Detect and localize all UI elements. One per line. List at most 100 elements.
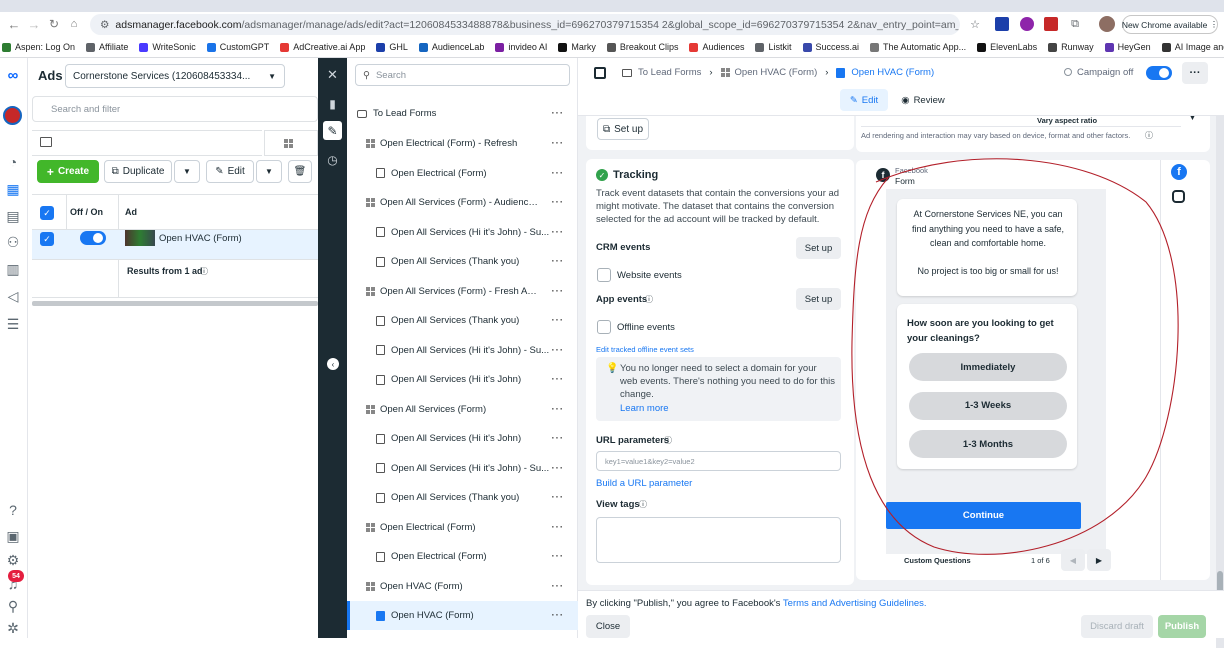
new-chrome-button[interactable]: New Chrome available ⋮ [1122, 15, 1218, 34]
tree-adset-item[interactable]: Open All Services (Form) - Audience R...… [347, 188, 578, 217]
more-options-icon[interactable]: ··· [552, 404, 565, 415]
caret-down-icon[interactable]: ▼ [1189, 115, 1196, 122]
editor-scrollbar[interactable] [1216, 116, 1224, 648]
tree-ad-item[interactable]: Open All Services (Hi it's John) - Su...… [347, 218, 578, 247]
ad-name[interactable]: Open HVAC (Form) [159, 233, 242, 244]
tree-ad-item[interactable]: Open All Services (Hi it's John) - Su...… [347, 336, 578, 365]
reports-icon[interactable]: ▤ [3, 206, 23, 226]
avatar[interactable] [1099, 16, 1115, 32]
bookmark-item[interactable]: AudienceLab [418, 42, 484, 52]
create-button[interactable]: + Create [37, 160, 99, 183]
offline-events-checkbox[interactable] [597, 320, 611, 334]
settings-icon[interactable]: ⚙ [3, 550, 23, 570]
bookmark-item[interactable]: Runway [1048, 42, 1094, 52]
more-options-icon[interactable]: ··· [552, 522, 565, 533]
bookmark-item[interactable]: AdCreative.ai App [280, 42, 365, 52]
more-options-icon[interactable]: ··· [552, 286, 565, 297]
bookmark-item[interactable]: Breakout Clips [606, 42, 678, 52]
chart-icon[interactable]: ▮ [323, 94, 342, 113]
learn-more-link[interactable]: Learn more [620, 403, 669, 414]
search-filter-input[interactable]: Search and filter [32, 96, 318, 122]
tree-adset-item[interactable]: Open HVAC (Form) ··· [347, 572, 578, 601]
select-all-checkbox[interactable]: ✓ [40, 206, 54, 220]
more-options-icon[interactable]: ··· [552, 197, 565, 208]
bookmark-item[interactable]: Marky [558, 42, 596, 52]
tree-adset-item[interactable]: Open Electrical (Form) ··· [347, 513, 578, 542]
tree-ad-item[interactable]: Open Electrical (Form) ··· [347, 159, 578, 188]
duplicate-dropdown[interactable]: ▼ [174, 160, 200, 183]
bookmark-item[interactable]: Audiences [689, 42, 744, 52]
extension-icon[interactable] [995, 17, 1009, 31]
forward-arrow-icon[interactable]: → [26, 16, 42, 32]
setup-button[interactable]: ⧉ Set up [597, 118, 649, 140]
more-options-icon[interactable]: ··· [552, 168, 565, 179]
reload-icon[interactable]: ↻ [46, 16, 62, 32]
help-icon[interactable]: ? [3, 500, 23, 520]
collapse-chevron-icon[interactable]: ‹ [327, 358, 339, 370]
audiences-icon[interactable]: ⚇ [3, 232, 23, 252]
tree-ad-item[interactable]: Open HVAC (Form) ··· [347, 601, 578, 630]
view-tags-input[interactable] [596, 517, 841, 563]
extension-icon[interactable] [1020, 17, 1034, 31]
bookmark-item[interactable]: The Automatic App... [870, 42, 966, 52]
build-url-link[interactable]: Build a URL parameter [596, 478, 692, 489]
col-header-ad[interactable]: Ad [125, 207, 137, 217]
folder-tab[interactable] [32, 130, 262, 156]
discard-draft-button[interactable]: Discard draft [1081, 615, 1153, 638]
url-params-input[interactable]: key1=value1&key2=value2 [596, 451, 841, 471]
clock-icon[interactable]: ◷ [323, 150, 342, 169]
more-options-icon[interactable]: ··· [552, 581, 565, 592]
close-button[interactable]: Close [586, 615, 630, 638]
tree-ad-item[interactable]: Open All Services (Hi it's John) ··· [347, 365, 578, 394]
ad-toggle[interactable] [80, 231, 106, 245]
account-selector[interactable]: Cornerstone Services (120608453334... ▼ [65, 64, 285, 88]
breadcrumb-adset[interactable]: Open HVAC (Form) [735, 67, 818, 78]
more-options-icon[interactable]: ··· [552, 374, 565, 385]
tree-root[interactable]: To Lead Forms ··· [347, 99, 578, 128]
address-bar[interactable]: ⚙ adsmanager.facebook.com/adsmanager/man… [90, 14, 960, 35]
grid-view-toggle[interactable] [264, 130, 318, 156]
billing-icon[interactable]: ▥ [3, 259, 23, 279]
breadcrumb-campaign[interactable]: To Lead Forms [638, 67, 701, 78]
table-row[interactable]: ✓ Open HVAC (Form) [32, 230, 318, 260]
tree-ad-item[interactable]: Open All Services (Thank you) ··· [347, 247, 578, 276]
col-header-offon[interactable]: Off / On [70, 207, 103, 217]
publish-button[interactable]: Publish [1158, 615, 1206, 638]
more-options-icon[interactable]: ··· [552, 256, 565, 267]
bookmark-item[interactable]: Listkit [755, 42, 792, 52]
close-icon[interactable]: ✕ [323, 65, 342, 84]
campaigns-icon[interactable]: ▦ [3, 179, 23, 199]
tree-adset-item[interactable]: Open All Services (Form) ··· [347, 395, 578, 424]
bookmark-item[interactable]: GHL [376, 42, 408, 52]
row-checkbox[interactable]: ✓ [40, 232, 54, 246]
more-options-icon[interactable]: ··· [552, 463, 565, 474]
tree-adset-item[interactable]: Open Electrical (Form) - Refresh ··· [347, 129, 578, 158]
bookmark-item[interactable]: Affiliate [86, 42, 128, 52]
extension-icon[interactable] [1044, 17, 1058, 31]
tree-ad-item[interactable]: Open All Services (Thank you) ··· [347, 306, 578, 335]
pencil-icon[interactable]: ✎ [323, 121, 342, 140]
bookmark-item[interactable]: invideo AI [495, 42, 547, 52]
more-options-button[interactable]: ··· [1182, 62, 1208, 84]
meta-logo-icon[interactable]: ∞ [2, 67, 24, 84]
bookmark-item[interactable]: Success.ai [802, 42, 859, 52]
back-arrow-icon[interactable]: ← [6, 16, 22, 32]
bookmark-item[interactable]: HeyGen [1104, 42, 1151, 52]
tree-ad-item[interactable]: Open All Services (Hi it's John) - Su...… [347, 454, 578, 483]
more-options-icon[interactable]: ··· [552, 492, 565, 503]
campaign-toggle[interactable] [1146, 66, 1172, 80]
more-options-icon[interactable]: ··· [552, 610, 565, 621]
megaphone-icon[interactable]: ◁ [3, 286, 23, 306]
crm-setup-button[interactable]: Set up [796, 237, 841, 259]
tree-adset-item[interactable]: Open All Services (Form) - Fresh Audie..… [347, 277, 578, 306]
dashboard-icon[interactable]: ◔ [3, 152, 23, 172]
bookmark-item[interactable]: ElevenLabs [977, 42, 1037, 52]
more-options-icon[interactable]: ··· [552, 345, 565, 356]
tab-review[interactable]: ◉ Review [896, 89, 950, 111]
bug-icon[interactable]: ✲ [3, 618, 23, 638]
star-icon[interactable]: ☆ [968, 17, 982, 31]
edit-dropdown[interactable]: ▼ [256, 160, 282, 183]
tree-ad-item[interactable]: Open Electrical (Form) ··· [347, 542, 578, 571]
more-options-icon[interactable]: ··· [552, 433, 565, 444]
vary-aspect-ratio[interactable]: Vary aspect ratio [1037, 116, 1097, 125]
